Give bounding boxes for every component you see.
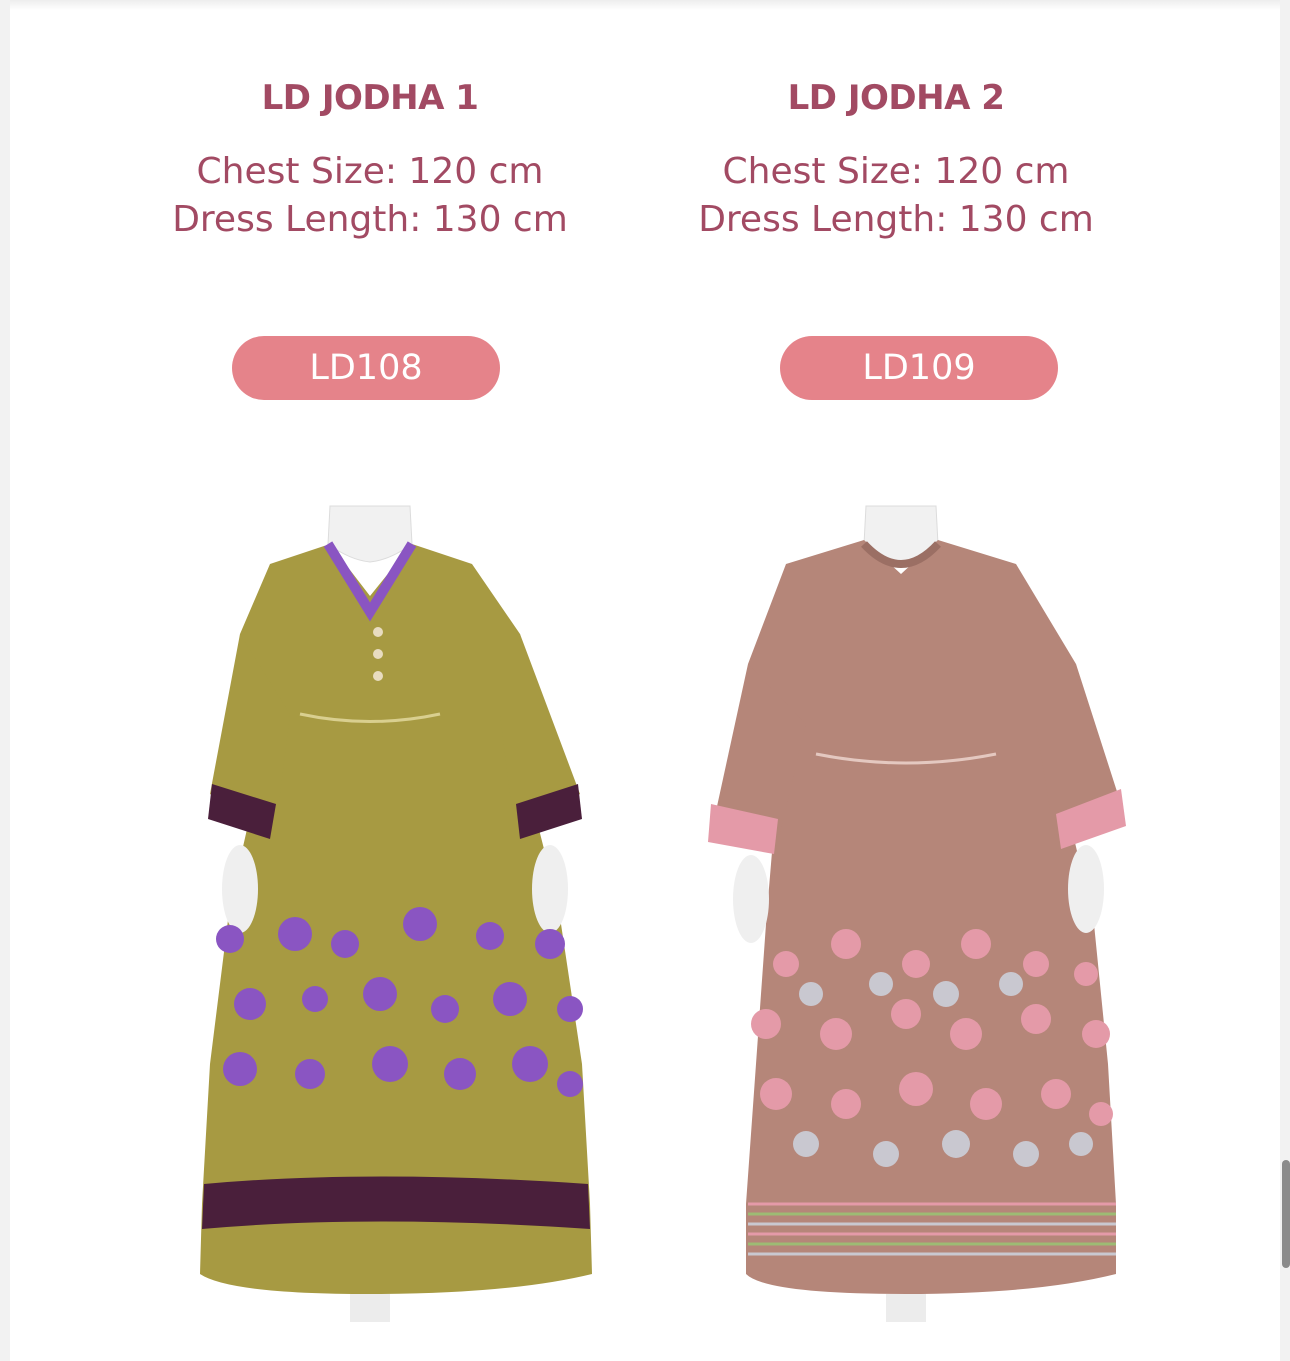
mannequin-neck xyxy=(327,505,413,563)
mannequin-base xyxy=(886,1294,926,1322)
product-photo[interactable] xyxy=(616,504,1176,1324)
product-specs: Chest Size: 120 cm Dress Length: 130 cm xyxy=(90,148,650,244)
product-grid-page: LD JODHA 1 Chest Size: 120 cm Dress Leng… xyxy=(10,0,1290,1361)
dress-length-text: Dress Length: 130 cm xyxy=(172,199,568,240)
dress-button xyxy=(373,671,383,681)
right-hand xyxy=(1068,845,1104,933)
dress-button xyxy=(373,649,383,659)
product-title: LD JODHA 1 xyxy=(261,78,479,118)
dress-button xyxy=(373,627,383,637)
product-code-button[interactable]: LD108 xyxy=(232,336,500,400)
chest-size-text: Chest Size: 120 cm xyxy=(196,151,544,192)
dress-body xyxy=(746,540,1116,1294)
product-specs: Chest Size: 120 cm Dress Length: 130 cm xyxy=(616,148,1176,244)
right-hand xyxy=(532,845,568,933)
left-hand xyxy=(222,845,258,933)
left-hand xyxy=(733,855,769,943)
hem-border xyxy=(202,1176,590,1229)
dress-length-text: Dress Length: 130 cm xyxy=(698,199,1094,240)
product-photo[interactable] xyxy=(90,504,650,1324)
product-code-button[interactable]: LD109 xyxy=(780,336,1058,400)
product-title: LD JODHA 2 xyxy=(787,78,1005,118)
product-card-ld108: LD JODHA 1 Chest Size: 120 cm Dress Leng… xyxy=(90,0,650,1361)
chest-size-text: Chest Size: 120 cm xyxy=(722,151,1070,192)
scrollbar-thumb[interactable] xyxy=(1282,1160,1290,1268)
product-card-ld109: LD JODHA 2 Chest Size: 120 cm Dress Leng… xyxy=(616,0,1176,1361)
mannequin-base xyxy=(350,1294,390,1322)
